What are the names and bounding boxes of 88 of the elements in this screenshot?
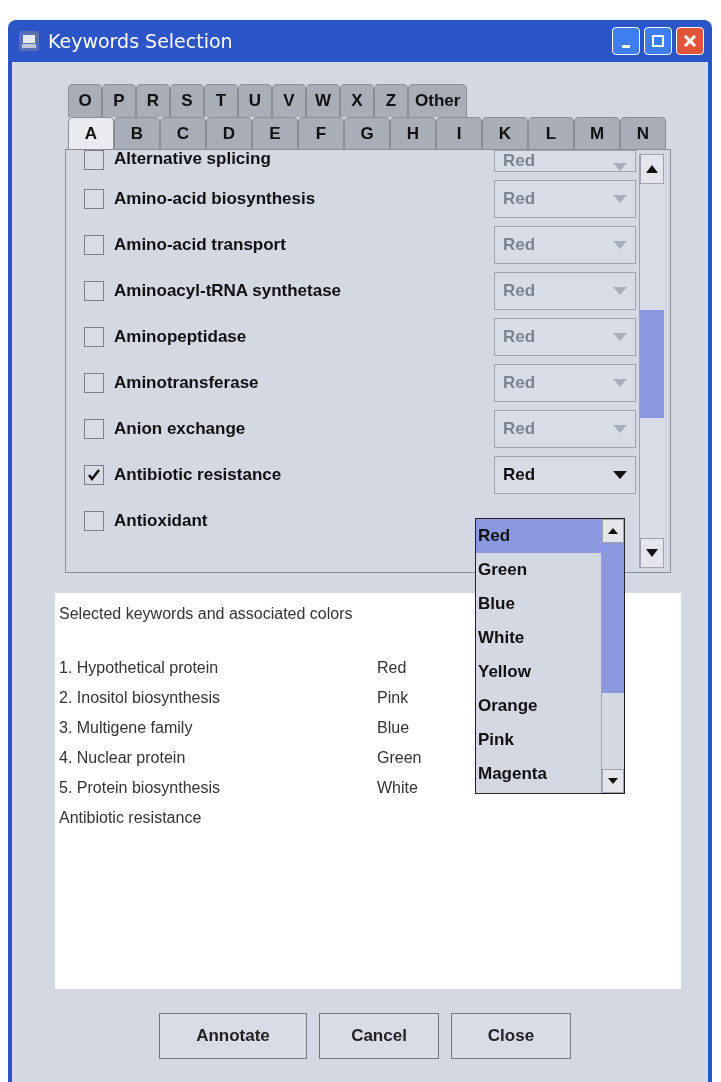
tab[interactable]: D	[206, 117, 252, 149]
scroll-down-icon[interactable]	[608, 778, 618, 784]
keyword-label: Antioxidant	[114, 511, 209, 531]
tab[interactable]: G	[344, 117, 390, 149]
keyword-label: Aminoacyl-tRNA synthetase	[114, 281, 343, 301]
tab[interactable]: F	[298, 117, 344, 149]
dropdown-option[interactable]: Orange	[476, 689, 601, 723]
keyword-entry: 2. Inositol biosynthesis	[59, 689, 221, 707]
checkbox[interactable]	[84, 465, 104, 485]
tab[interactable]: U	[238, 84, 272, 117]
app-icon	[18, 30, 40, 52]
tab[interactable]: Other	[408, 84, 468, 117]
keyword-entry: 3. Multigene family	[59, 719, 194, 737]
keyword-entry: 4. Nuclear protein	[59, 749, 187, 767]
color-name: Pink	[377, 689, 409, 707]
keyword-label: Anion exchange	[114, 419, 247, 439]
scroll-down-icon[interactable]	[646, 549, 658, 557]
dialog-button[interactable]: Annotate	[159, 1013, 307, 1059]
scroll-up-icon[interactable]	[646, 165, 658, 173]
maximize-icon	[651, 34, 665, 48]
dialog-button[interactable]: Close	[451, 1013, 571, 1059]
checkbox[interactable]	[84, 189, 104, 209]
tab[interactable]: W	[306, 84, 340, 117]
tab[interactable]: I	[436, 117, 482, 149]
tab[interactable]: P	[102, 84, 136, 117]
scroll-up-icon[interactable]	[608, 528, 618, 534]
keyword-label: Amino-acid biosynthesis	[114, 189, 317, 209]
tab[interactable]: O	[68, 84, 102, 117]
dropdown-option[interactable]: Yellow	[476, 655, 601, 689]
keyword-entry: Antibiotic resistance	[59, 809, 203, 827]
dropdown-option[interactable]: Magenta	[476, 757, 601, 791]
checkbox[interactable]	[84, 327, 104, 347]
keyword-label: Antibiotic resistance	[114, 465, 283, 485]
close-icon	[683, 34, 697, 48]
caret-icon	[613, 379, 627, 387]
tab[interactable]: E	[252, 117, 298, 149]
scrollbar[interactable]	[601, 519, 624, 793]
color-name: Blue	[377, 719, 410, 737]
tab[interactable]: C	[160, 117, 206, 149]
keyword-label: Amino-acid transport	[114, 235, 287, 255]
scrollbar[interactable]	[639, 154, 664, 568]
minimize-icon	[622, 44, 630, 48]
checkbox[interactable]	[84, 511, 104, 531]
tab[interactable]: M	[574, 117, 620, 149]
tab[interactable]: H	[390, 117, 436, 149]
minimize-button[interactable]	[612, 27, 640, 55]
tab[interactable]: Z	[374, 84, 408, 117]
dropdown-option[interactable]: Pink	[476, 723, 601, 757]
checkbox[interactable]	[84, 419, 104, 439]
keyword-entry: 1. Hypothetical protein	[59, 659, 220, 677]
window-title: Keywords Selection	[48, 30, 234, 52]
dropdown-option[interactable]: Green	[476, 553, 601, 587]
caret-icon	[613, 241, 627, 249]
tab[interactable]: K	[482, 117, 528, 149]
color-name: White	[377, 779, 418, 797]
caret-icon	[613, 425, 627, 433]
checkbox[interactable]	[84, 373, 104, 393]
dialog-button[interactable]: Cancel	[319, 1013, 439, 1059]
tab[interactable]: R	[136, 84, 170, 117]
caret-icon	[613, 471, 627, 479]
dropdown-option[interactable]: Red	[476, 519, 601, 553]
maximize-button[interactable]	[644, 27, 672, 55]
checkbox[interactable]	[84, 281, 104, 301]
caret-icon	[613, 195, 627, 203]
color-dropdown[interactable]: Red	[494, 456, 636, 494]
keyword-label: Aminopeptidase	[114, 327, 248, 347]
keyword-entry: 5. Protein biosynthesis	[59, 779, 221, 797]
summary-heading: Selected keywords and associated colors	[59, 605, 354, 623]
tab[interactable]: A	[68, 117, 114, 149]
caret-icon	[613, 333, 627, 341]
dropdown-option[interactable]: White	[476, 621, 601, 655]
tab[interactable]: T	[204, 84, 238, 117]
tab[interactable]: V	[272, 84, 306, 117]
tab[interactable]: B	[114, 117, 160, 149]
caret-icon	[613, 287, 627, 295]
tab[interactable]: L	[528, 117, 574, 149]
dropdown-option[interactable]: Blue	[476, 587, 601, 621]
keyword-label: Alternative splicing	[114, 150, 272, 168]
tab[interactable]: S	[170, 84, 204, 117]
keyword-label: Aminotransferase	[114, 373, 260, 393]
color-name: Red	[377, 659, 407, 677]
tab[interactable]: N	[620, 117, 666, 149]
checkbox[interactable]	[84, 235, 104, 255]
tab[interactable]: X	[340, 84, 374, 117]
caret-icon	[613, 163, 627, 171]
checkbox[interactable]	[84, 150, 104, 170]
color-name: Green	[377, 749, 422, 767]
close-button[interactable]	[676, 27, 704, 55]
